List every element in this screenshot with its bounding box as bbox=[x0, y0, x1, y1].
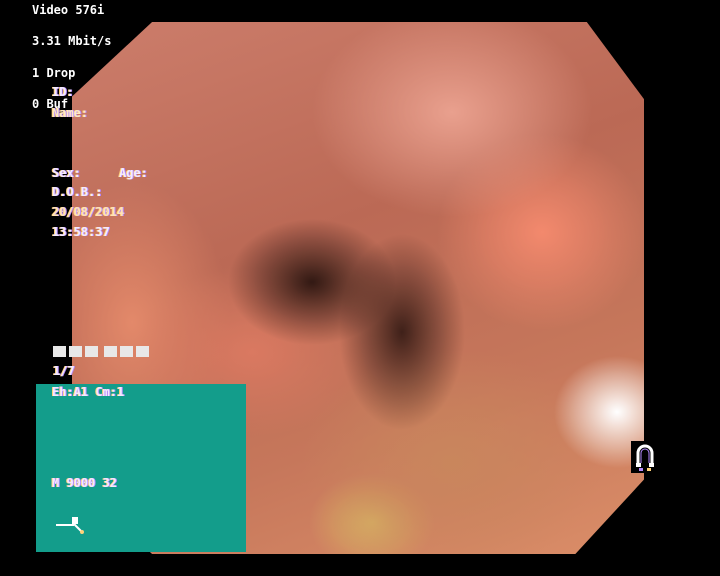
exam-time: 13:58:37 bbox=[52, 225, 110, 239]
drop-count-label: 1 Drop bbox=[32, 66, 76, 80]
patient-name-label: Name: bbox=[52, 106, 89, 120]
image-counter: 1/7 bbox=[53, 364, 75, 378]
patient-age-label: Age: bbox=[119, 166, 148, 180]
scope-tool-icon bbox=[52, 515, 86, 537]
exam-date: 20/08/2014 bbox=[52, 205, 125, 219]
patient-sex-label: Sex: bbox=[52, 166, 81, 180]
patient-dob-label: D.O.B.: bbox=[52, 185, 103, 199]
status-square bbox=[120, 346, 133, 357]
status-square bbox=[104, 346, 117, 357]
enhancement-settings: Eh:A1 Cm:1 bbox=[52, 385, 125, 399]
scope-mode-label: M 9000 32 bbox=[52, 476, 118, 490]
status-squares bbox=[53, 346, 149, 357]
video-mode-label: Video 576i bbox=[32, 3, 105, 17]
status-square bbox=[69, 346, 82, 357]
status-square bbox=[85, 346, 98, 357]
status-square bbox=[136, 346, 149, 357]
patient-id-label: ID: bbox=[52, 85, 74, 99]
magnet-icon bbox=[631, 441, 659, 473]
status-square bbox=[53, 346, 66, 357]
bitrate-label: 3.31 Mbit/s bbox=[32, 34, 112, 48]
